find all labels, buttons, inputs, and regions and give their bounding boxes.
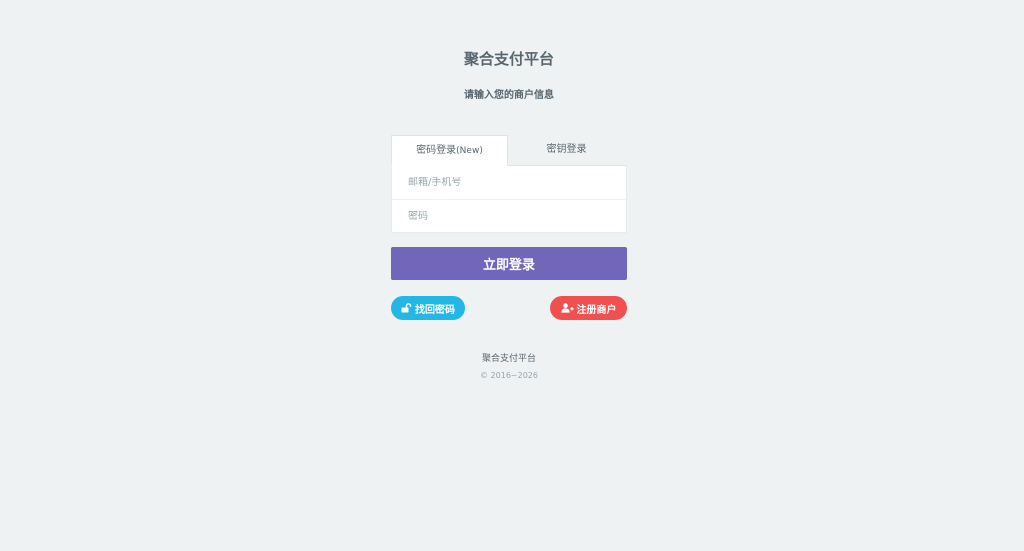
tab-key-login-label: 密钥登录	[546, 144, 587, 155]
footer-copyright: © 2016~2026	[480, 371, 538, 380]
password-input[interactable]	[408, 210, 610, 222]
tab-new-tag: (New)	[456, 146, 483, 156]
login-fields	[391, 166, 627, 233]
login-button[interactable]: 立即登录	[391, 247, 627, 280]
page-subtitle: 请输入您的商户信息	[464, 90, 554, 101]
register-merchant-button[interactable]: 注册商户	[550, 296, 627, 320]
footer-brand: 聚合支付平台	[481, 354, 536, 364]
tab-key-login[interactable]: 密钥登录	[508, 135, 625, 165]
password-field-row	[392, 199, 626, 232]
tab-password-login[interactable]: 密码登录(New)	[391, 135, 508, 166]
tab-password-login-label: 密码登录	[416, 145, 457, 156]
login-tabs: 密码登录(New) 密钥登录	[391, 135, 627, 166]
login-button-label: 立即登录	[482, 258, 535, 273]
account-field-row	[392, 166, 626, 199]
register-merchant-label: 注册商户	[576, 304, 617, 316]
user-plus-icon	[560, 303, 574, 313]
recover-password-button[interactable]: 找回密码	[391, 296, 465, 320]
login-page: 聚合支付平台 请输入您的商户信息 密码登录(New) 密钥登录 立即登录	[0, 0, 1024, 551]
unlock-icon	[401, 303, 412, 313]
login-panel: 密码登录(New) 密钥登录	[391, 135, 627, 233]
account-input[interactable]	[408, 177, 610, 188]
page-title: 聚合支付平台	[463, 50, 554, 68]
recover-password-label: 找回密码	[415, 304, 455, 316]
